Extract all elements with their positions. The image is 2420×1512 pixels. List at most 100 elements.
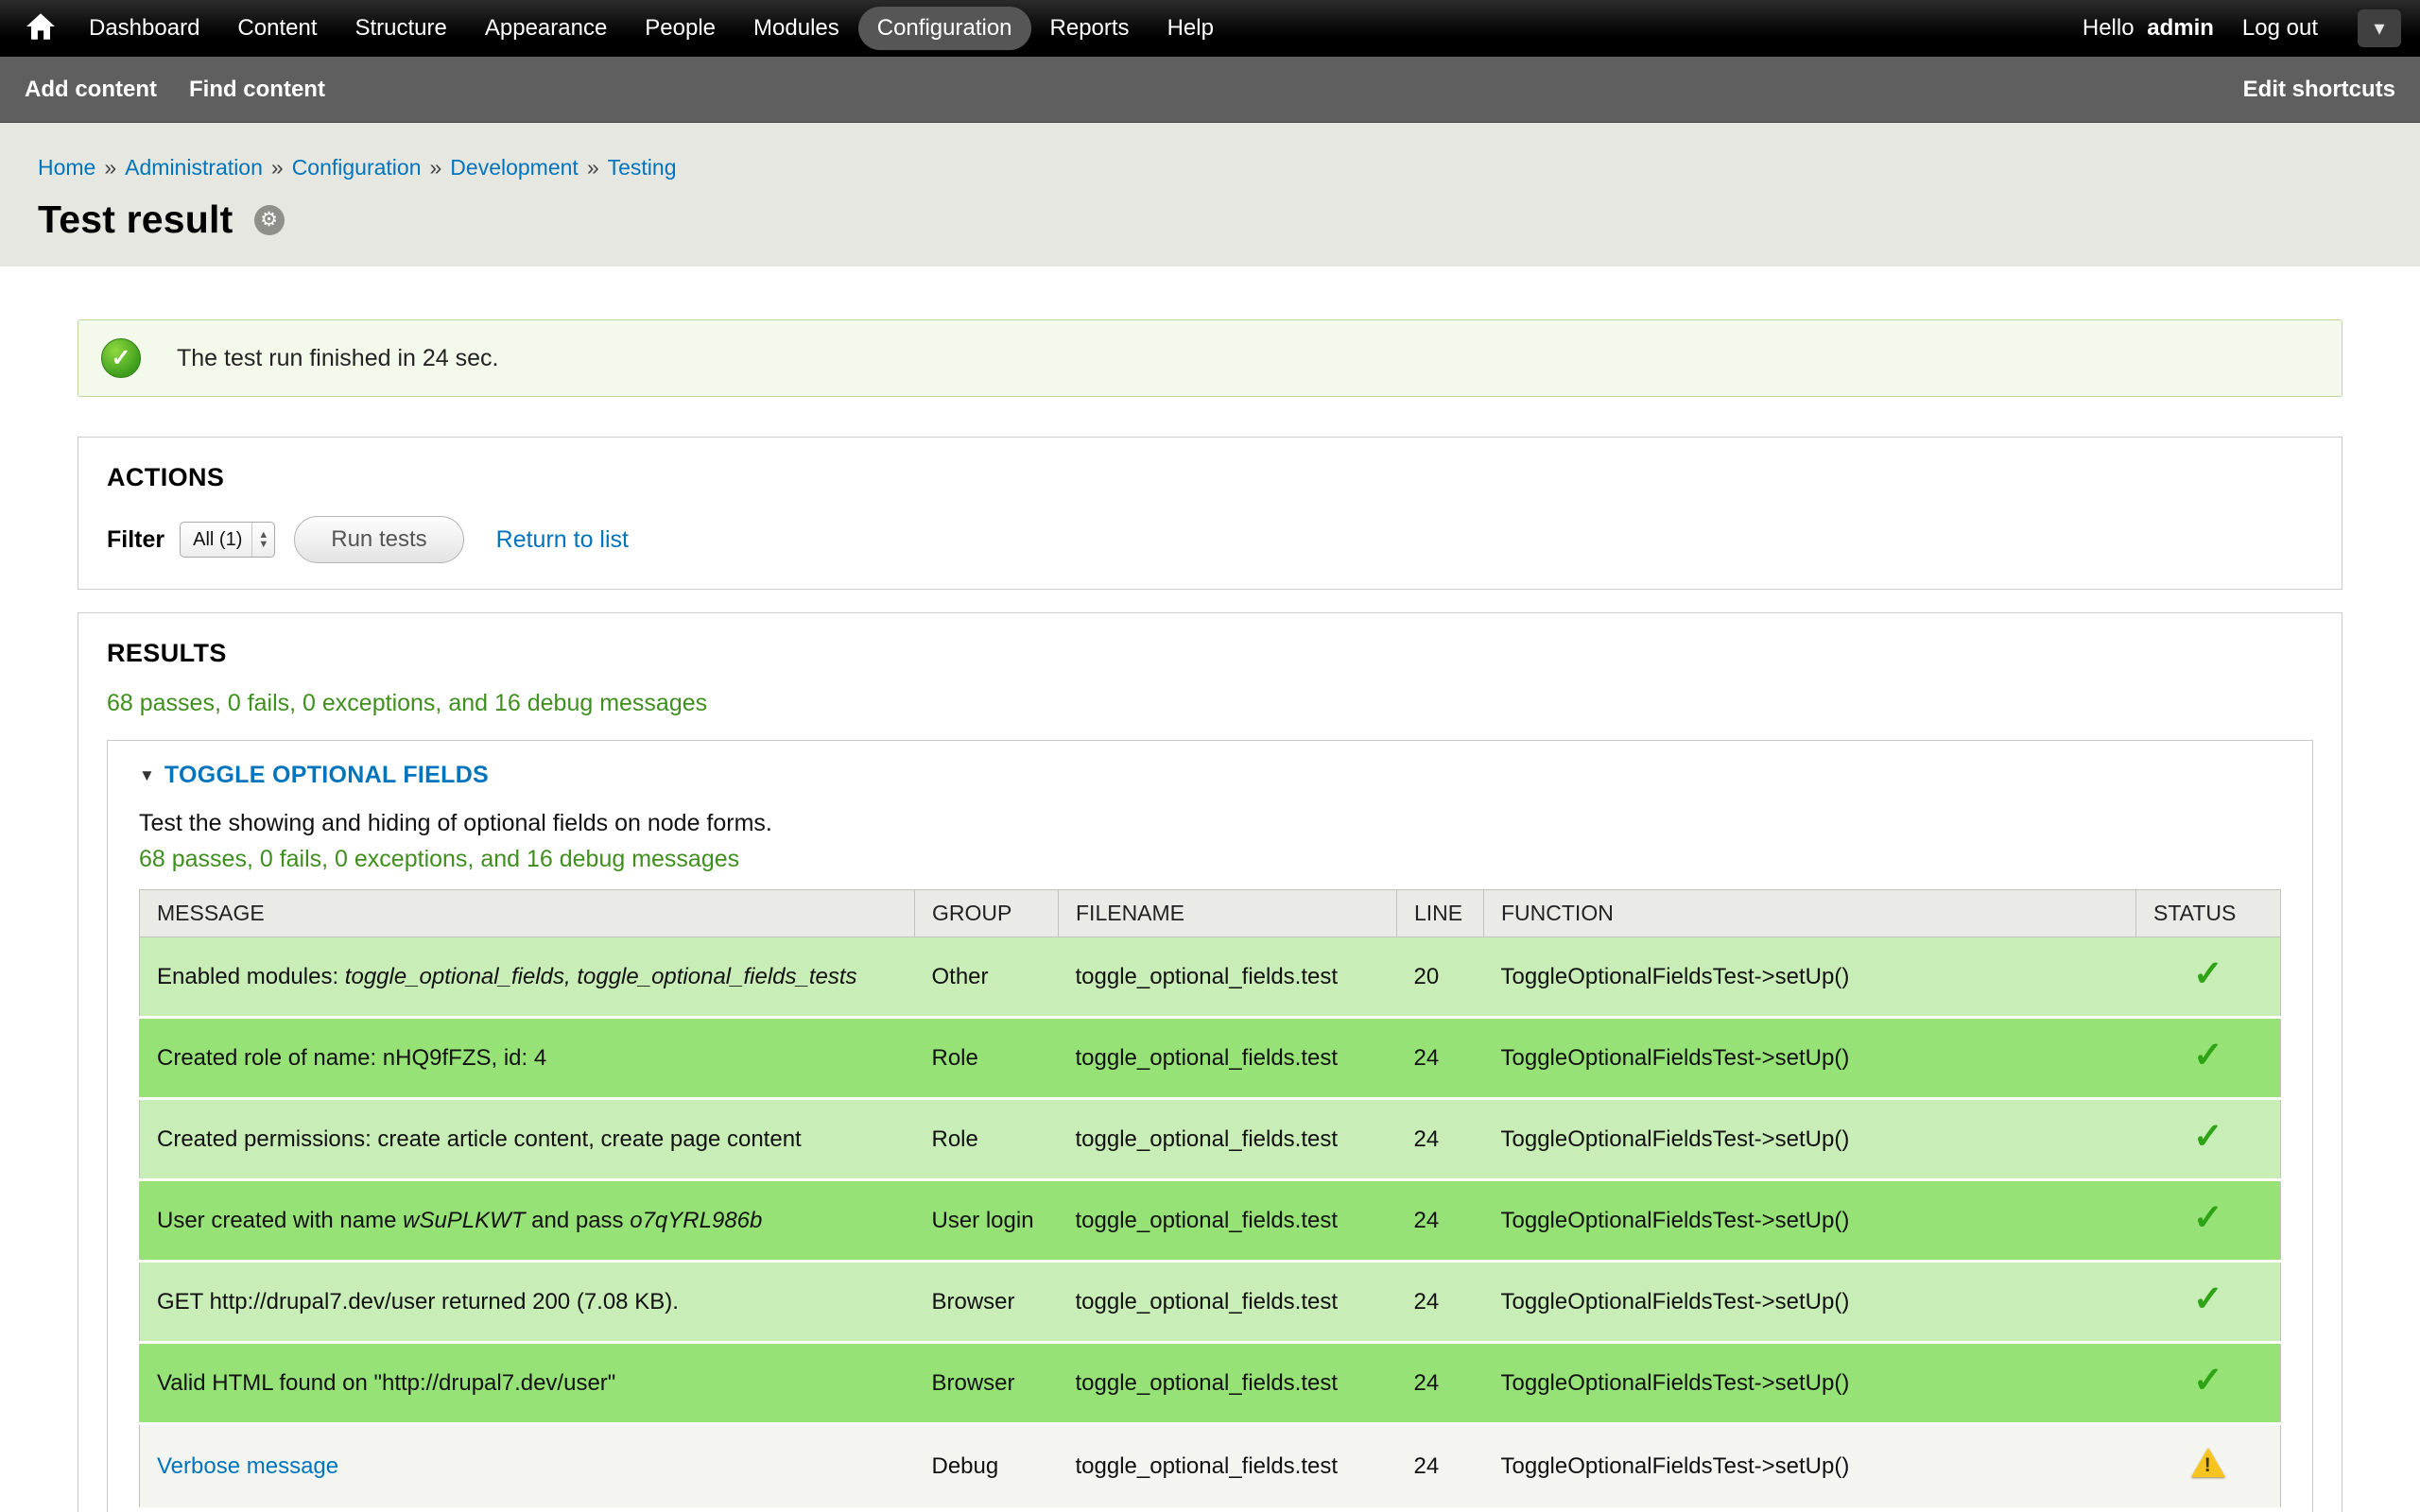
warning-icon	[2191, 1448, 2225, 1477]
message-text: toggle_optional_fields,	[345, 964, 571, 989]
cell-status: ✓	[2136, 937, 2281, 1018]
cell-filename: toggle_optional_fields.test	[1059, 1180, 1397, 1262]
group-title-row[interactable]: ▼ TOGGLE OPTIONAL FIELDS	[139, 762, 2281, 789]
logout-link[interactable]: Log out	[2242, 15, 2318, 42]
cell-status: ✓	[2136, 1262, 2281, 1343]
cell-group: Debug	[915, 1424, 1059, 1509]
cell-status: ✓	[2136, 1018, 2281, 1099]
result-row: GET http://drupal7.dev/user returned 200…	[140, 1262, 2281, 1343]
breadcrumb-link-home[interactable]: Home	[38, 155, 95, 180]
actions-heading: ACTIONS	[107, 463, 2313, 492]
toolbar-item-dashboard[interactable]: Dashboard	[70, 7, 218, 50]
status-message-text: The test run finished in 24 sec.	[177, 345, 498, 372]
return-to-list-link[interactable]: Return to list	[496, 526, 629, 554]
toolbar-toggle-button[interactable]: ▾	[2358, 9, 2401, 47]
home-icon	[26, 13, 55, 44]
cell-message: Created role of name: nHQ9fFZS, id: 4	[140, 1018, 915, 1099]
breadcrumb-separator: »	[430, 155, 442, 180]
cell-status	[2136, 1424, 2281, 1509]
cell-status: ✓	[2136, 1180, 2281, 1262]
cell-function: ToggleOptionalFieldsTest->setUp()	[1484, 1180, 2136, 1262]
results-table-body: Enabled modules: toggle_optional_fields,…	[140, 937, 2281, 1509]
cell-line: 24	[1397, 1262, 1484, 1343]
breadcrumb-link-testing[interactable]: Testing	[608, 155, 677, 180]
cell-group: Browser	[915, 1262, 1059, 1343]
message-text: Valid HTML found on "http://drupal7.dev/…	[157, 1370, 615, 1396]
group-summary: 68 passes, 0 fails, 0 exceptions, and 16…	[139, 846, 2281, 873]
greeting-prefix: Hello	[2083, 15, 2135, 41]
cell-group: Browser	[915, 1343, 1059, 1424]
group-title-link[interactable]: TOGGLE OPTIONAL FIELDS	[164, 762, 489, 789]
toolbar-item-help[interactable]: Help	[1149, 7, 1233, 50]
filter-select-value: All (1)	[181, 523, 251, 557]
toolbar-item-content[interactable]: Content	[218, 7, 336, 50]
cell-filename: toggle_optional_fields.test	[1059, 1424, 1397, 1509]
column-header-group: GROUP	[915, 890, 1059, 937]
chevron-down-icon: ▾	[2374, 16, 2384, 41]
cell-group: Role	[915, 1018, 1059, 1099]
toolbar-item-modules[interactable]: Modules	[735, 7, 858, 50]
message-text: o7qYRL986b	[630, 1208, 762, 1233]
cell-function: ToggleOptionalFieldsTest->setUp()	[1484, 1424, 2136, 1509]
pass-check-icon: ✓	[2193, 1117, 2223, 1157]
contextual-gear-icon[interactable]: ⚙	[254, 205, 285, 235]
cell-line: 24	[1397, 1180, 1484, 1262]
cell-message: Valid HTML found on "http://drupal7.dev/…	[140, 1343, 915, 1424]
filter-select[interactable]: All (1) ▲ ▼	[180, 522, 275, 558]
toolbar-item-configuration[interactable]: Configuration	[858, 7, 1031, 50]
toolbar-item-structure[interactable]: Structure	[336, 7, 465, 50]
cell-message: Verbose message	[140, 1424, 915, 1509]
filter-label: Filter	[107, 526, 164, 554]
page-header: Home » Administration » Configuration » Develo…	[0, 123, 2420, 266]
cell-status: ✓	[2136, 1099, 2281, 1180]
column-header-status: STATUS	[2136, 890, 2281, 937]
cell-filename: toggle_optional_fields.test	[1059, 1343, 1397, 1424]
cell-filename: toggle_optional_fields.test	[1059, 1262, 1397, 1343]
toolbar-item-people[interactable]: People	[626, 7, 735, 50]
breadcrumb-link-configuration[interactable]: Configuration	[292, 155, 422, 180]
cell-line: 24	[1397, 1343, 1484, 1424]
breadcrumb-separator: »	[587, 155, 599, 180]
message-text: toggle_optional_fields_tests	[577, 964, 856, 989]
status-message: ✓ The test run finished in 24 sec.	[78, 319, 2342, 397]
column-header-filename: FILENAME	[1059, 890, 1397, 937]
cell-filename: toggle_optional_fields.test	[1059, 1018, 1397, 1099]
main-content: ✓ The test run finished in 24 sec. ACTIO…	[0, 319, 2420, 1512]
pass-check-icon: ✓	[2193, 1036, 2223, 1075]
cell-function: ToggleOptionalFieldsTest->setUp()	[1484, 1343, 2136, 1424]
result-row: Enabled modules: toggle_optional_fields,…	[140, 937, 2281, 1018]
results-table: MESSAGEGROUPFILENAMELINEFUNCTIONSTATUS E…	[139, 889, 2281, 1510]
toolbar-item-appearance[interactable]: Appearance	[466, 7, 626, 50]
cell-function: ToggleOptionalFieldsTest->setUp()	[1484, 937, 2136, 1018]
cell-message: Enabled modules: toggle_optional_fields,…	[140, 937, 915, 1018]
toolbar-item-reports[interactable]: Reports	[1031, 7, 1149, 50]
cell-line: 24	[1397, 1424, 1484, 1509]
results-panel: RESULTS 68 passes, 0 fails, 0 exceptions…	[78, 612, 2342, 1512]
cell-group: Role	[915, 1099, 1059, 1180]
message-text: wSuPLKWT	[403, 1208, 525, 1233]
run-tests-button[interactable]: Run tests	[294, 516, 463, 563]
home-button[interactable]	[26, 13, 55, 44]
verbose-message-link[interactable]: Verbose message	[157, 1453, 338, 1479]
edit-shortcuts-link[interactable]: Edit shortcuts	[2243, 77, 2395, 103]
cell-message: GET http://drupal7.dev/user returned 200…	[140, 1262, 915, 1343]
cell-group: User login	[915, 1180, 1059, 1262]
cell-function: ToggleOptionalFieldsTest->setUp()	[1484, 1018, 2136, 1099]
breadcrumb-separator: »	[104, 155, 116, 180]
filter-row: Filter All (1) ▲ ▼ Run tests Return to l…	[107, 516, 2313, 563]
message-text: User created with name	[157, 1208, 403, 1233]
breadcrumb-link-administration[interactable]: Administration	[125, 155, 263, 180]
column-header-message: MESSAGE	[140, 890, 915, 937]
cell-function: ToggleOptionalFieldsTest->setUp()	[1484, 1099, 2136, 1180]
shortcut-find-content[interactable]: Find content	[189, 77, 325, 103]
admin-toolbar: DashboardContentStructureAppearancePeopl…	[0, 0, 2420, 57]
status-check-icon: ✓	[101, 338, 141, 378]
shortcut-add-content[interactable]: Add content	[25, 77, 157, 103]
cell-line: 24	[1397, 1018, 1484, 1099]
toolbar-left: DashboardContentStructureAppearancePeopl…	[26, 7, 1233, 50]
breadcrumb-link-development[interactable]: Development	[450, 155, 579, 180]
column-header-line: LINE	[1397, 890, 1484, 937]
results-summary: 68 passes, 0 fails, 0 exceptions, and 16…	[107, 690, 2313, 717]
pass-check-icon: ✓	[2193, 1198, 2223, 1238]
greeting-text: Hello admin	[2083, 15, 2214, 42]
